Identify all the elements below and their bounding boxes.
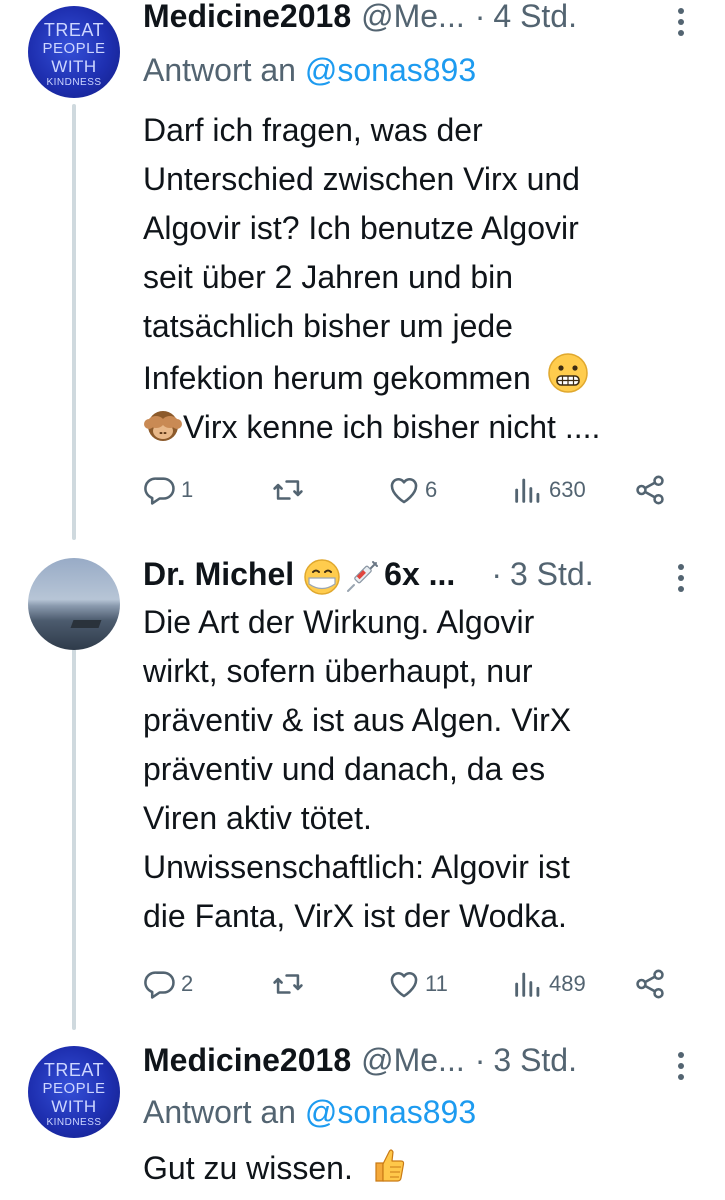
reply-icon <box>144 477 175 505</box>
face-with-medical-mask-icon <box>304 559 340 595</box>
tweet-header: Medicine2018 @Me... · 4 Std. <box>143 0 725 40</box>
tweet-3[interactable]: TREAT PEOPLE WITH KINDNESS Medicine2018 … <box>0 1030 725 1200</box>
tweet-header: Dr. Michel 6x ... · 3 Std. <box>143 556 725 598</box>
separator-dot: · <box>474 0 486 34</box>
more-options-icon[interactable] <box>677 1052 685 1085</box>
reply-count: 1 <box>181 477 194 502</box>
retweet-icon <box>273 480 303 500</box>
user-handle[interactable]: @Me... <box>361 1042 465 1079</box>
user-handle[interactable]: @Me... <box>361 0 465 35</box>
tweet-text: Gut zu wissen. <box>143 1144 703 1193</box>
like-count: 6 <box>425 477 438 502</box>
separator-dot: · <box>491 556 502 592</box>
share-button[interactable] <box>633 470 667 510</box>
avatar-pier <box>70 620 102 628</box>
timestamp[interactable]: 4 Std. <box>493 0 577 35</box>
tweet-text: Die Art der Wirkung. Algovir wirkt, sofe… <box>143 604 572 934</box>
retweet-button[interactable] <box>271 964 309 1004</box>
tweet-1[interactable]: TREAT PEOPLE WITH KINDNESS Medicine2018 … <box>0 0 725 540</box>
tweet-text: Darf ich fragen, was der Unterschied zwi… <box>143 112 601 445</box>
separator-dot: · <box>474 1042 486 1078</box>
display-name[interactable]: Medicine2018 <box>143 0 351 35</box>
share-icon <box>636 475 664 505</box>
action-bar: 1 6 630 <box>143 470 683 510</box>
views-icon <box>515 478 540 503</box>
display-name[interactable]: Medicine2018 <box>143 1042 351 1079</box>
reply-context: Antwort an @sonas893 <box>143 1094 476 1131</box>
retweet-button[interactable] <box>271 470 309 510</box>
mention-link[interactable]: @sonas893 <box>305 52 476 88</box>
view-count: 489 <box>549 971 586 996</box>
action-bar: 2 11 489 <box>143 964 683 1004</box>
share-icon <box>636 969 664 999</box>
display-name-suffix[interactable]: 6x ... <box>384 556 455 593</box>
views-icon <box>515 972 540 997</box>
reply-button[interactable]: 2 <box>143 964 193 1004</box>
reply-context: Antwort an @sonas893 <box>143 52 476 89</box>
thumbs-up-icon <box>375 1149 404 1182</box>
reply-prefix: Antwort an <box>143 1094 296 1130</box>
tweet-2[interactable]: Dr. Michel 6x ... · 3 Std. Die Art der W… <box>0 540 725 1030</box>
like-count: 11 <box>425 971 448 996</box>
timestamp[interactable]: 3 Std. <box>493 1042 577 1079</box>
reply-prefix: Antwort an <box>143 52 296 88</box>
views-button[interactable]: 630 <box>511 470 586 510</box>
like-button[interactable]: 6 <box>387 470 437 510</box>
more-options-icon[interactable] <box>677 564 685 597</box>
timestamp[interactable]: 3 Std. <box>510 556 594 593</box>
views-button[interactable]: 489 <box>511 964 586 1004</box>
see-no-evil-monkey-icon <box>144 411 182 441</box>
mention-link[interactable]: @sonas893 <box>305 1094 476 1130</box>
retweet-icon <box>273 974 303 994</box>
avatar[interactable]: TREAT PEOPLE WITH KINDNESS <box>28 6 120 98</box>
syringe-icon <box>347 561 379 592</box>
avatar[interactable] <box>28 558 120 650</box>
reply-icon <box>144 971 175 999</box>
grimacing-face-icon <box>547 353 588 393</box>
heart-icon <box>390 478 418 504</box>
reply-count: 2 <box>181 971 194 996</box>
view-count: 630 <box>549 477 586 502</box>
more-options-icon[interactable] <box>677 8 685 41</box>
tweet-header: Medicine2018 @Me... · 3 Std. <box>143 1042 725 1084</box>
share-button[interactable] <box>633 964 667 1004</box>
reply-button[interactable]: 1 <box>143 470 193 510</box>
display-name[interactable]: Dr. Michel <box>143 556 294 593</box>
like-button[interactable]: 11 <box>387 964 448 1004</box>
heart-icon <box>390 972 418 998</box>
avatar[interactable]: TREAT PEOPLE WITH KINDNESS <box>28 1046 120 1138</box>
